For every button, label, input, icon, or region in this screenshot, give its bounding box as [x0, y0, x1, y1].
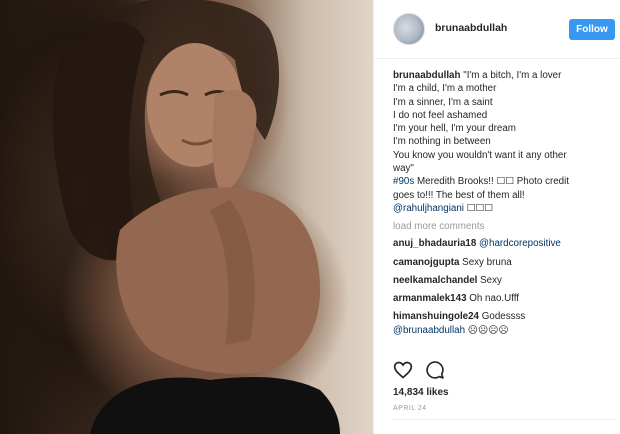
caption-line: "I'm a bitch, I'm a lover — [463, 70, 562, 81]
post-date: APRIL 24 — [393, 405, 427, 412]
likes-count[interactable]: 14,834 likes — [393, 387, 449, 398]
mention-link[interactable]: @rahuljhangiani — [393, 203, 464, 214]
load-more-comments-link[interactable]: load more comments — [393, 221, 615, 232]
caption-line: You know you wouldn't want it any other — [393, 149, 567, 161]
heart-icon[interactable] — [393, 360, 413, 380]
comment-username[interactable]: camanojgupta — [393, 257, 459, 268]
comment-mention-line: @brunaabdullah ☹☹☹☹ — [393, 324, 615, 337]
comment-text: Godessss — [481, 311, 526, 323]
photo-illustration — [52, 0, 340, 434]
comment-icon[interactable] — [425, 360, 445, 380]
caption-line: goes to!!! The best of them all! — [393, 189, 525, 201]
comment-text: Sexy bruna — [462, 256, 512, 268]
comment: camanojgupta Sexy bruna — [393, 256, 615, 269]
comment-text: Sexy — [480, 274, 502, 286]
follow-button[interactable]: Follow — [569, 19, 615, 40]
comment: anuj_bhadauria18 @hardcorepositive — [393, 237, 615, 250]
caption-line: I'm a child, I'm a mother — [393, 83, 497, 95]
divider — [393, 419, 615, 420]
caption-line: I'm nothing in between — [393, 136, 491, 148]
caption: brunaabdullah "I'm a bitch, I'm a lover … — [393, 69, 615, 215]
comments-list: brunaabdullah "I'm a bitch, I'm a lover … — [393, 69, 615, 337]
comment-text: Oh nao.Ufff — [469, 293, 520, 305]
mention-link[interactable]: @brunaabdullah — [393, 325, 465, 336]
comment: neelkamalchandel Sexy — [393, 274, 615, 287]
hashtag-link[interactable]: #90s — [393, 176, 414, 187]
mention-link[interactable]: @hardcorepositive — [479, 238, 561, 249]
avatar[interactable] — [393, 13, 425, 45]
comment-username[interactable]: himanshuingole24 — [393, 311, 479, 322]
caption-text: ☐☐☐ — [463, 202, 494, 214]
comment: himanshuingole24 Godessss @brunaabdullah… — [393, 310, 615, 337]
caption-line: I'm a sinner, I'm a saint — [393, 96, 493, 108]
instagram-post: brunaabdullah Follow brunaabdullah "I'm … — [0, 0, 620, 434]
comment: armanmalek143 Oh nao.Ufff — [393, 292, 615, 305]
post-header: brunaabdullah Follow — [374, 0, 620, 59]
comment-username[interactable]: armanmalek143 — [393, 293, 467, 304]
comment-username[interactable]: neelkamalchandel — [393, 275, 477, 286]
comment-username[interactable]: anuj_bhadauria18 — [393, 238, 476, 249]
header-username[interactable]: brunaabdullah — [435, 22, 507, 34]
caption-text: Meredith Brooks!! ☐☐ Photo credit — [414, 176, 570, 188]
caption-line: I do not feel ashamed — [393, 109, 488, 121]
comment-text: ☹☹☹☹ — [465, 324, 509, 336]
caption-username[interactable]: brunaabdullah — [393, 70, 461, 81]
caption-mention-line: @rahuljhangiani ☐☐☐ — [393, 202, 615, 215]
caption-hashtag-line: #90s Meredith Brooks!! ☐☐ Photo credit — [393, 175, 615, 188]
caption-line: I'm your hell, I'm your dream — [393, 123, 516, 135]
post-side-panel: brunaabdullah Follow brunaabdullah "I'm … — [373, 0, 620, 434]
post-photo[interactable] — [0, 0, 373, 434]
caption-line: way" — [393, 163, 414, 175]
